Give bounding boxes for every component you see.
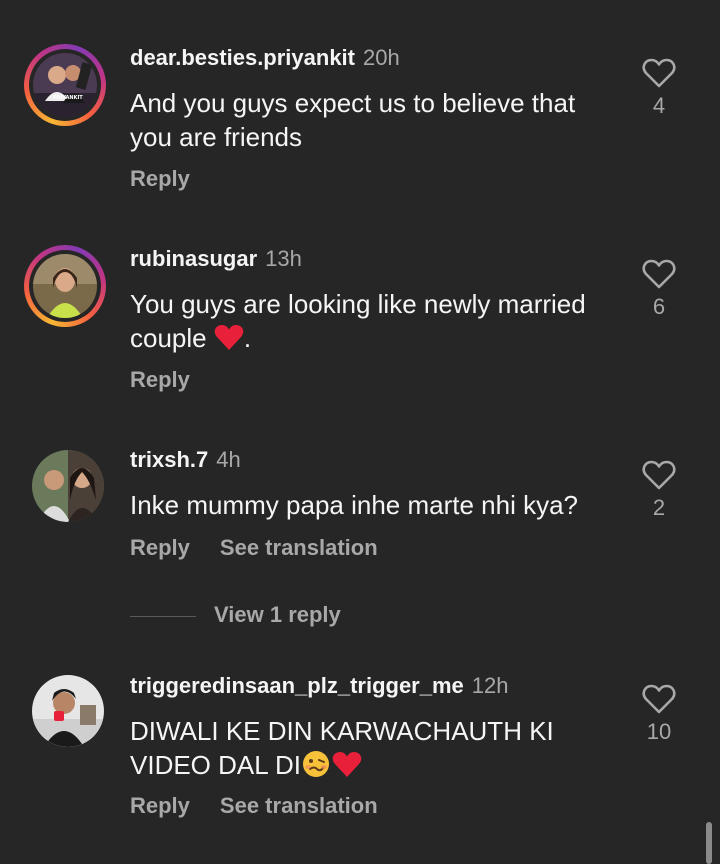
reply-button[interactable]: Reply: [130, 166, 190, 191]
comment-body: Inke mummy papa inhe marte nhi kya?: [130, 490, 578, 520]
red-heart-emoji: [332, 752, 362, 777]
comment-text: Inke mummy papa inhe marte nhi kya?: [130, 488, 620, 522]
timestamp: 12h: [471, 673, 509, 698]
reply-button[interactable]: Reply: [130, 367, 190, 392]
heart-outline-icon[interactable]: [642, 58, 676, 88]
username[interactable]: dear.besties.priyankit: [130, 45, 355, 70]
comment-body: You guys are looking like newly married …: [130, 289, 586, 353]
username[interactable]: triggeredinsaan_plz_trigger_me: [130, 673, 464, 698]
comment-suffix: .: [243, 323, 252, 353]
avatar[interactable]: [32, 450, 104, 522]
avatar-logo-text: PRIYANKIT: [53, 95, 83, 101]
heart-outline-icon[interactable]: [642, 460, 676, 490]
replies-divider: [130, 615, 196, 617]
timestamp: 4h: [216, 447, 241, 472]
woozy-face-emoji: [302, 751, 329, 777]
comment-body: And you guys expect us to believe that y…: [130, 88, 576, 152]
timestamp: 13h: [265, 246, 302, 271]
comment-text: And you guys expect us to believe that y…: [130, 86, 620, 154]
comment-meta: triggeredinsaan_plz_trigger_me 12h: [130, 672, 509, 700]
like-control: 10: [636, 684, 682, 746]
comment-actions: Reply: [130, 366, 190, 394]
comment-text: DIWALI KE DIN KARWACHAUTH KI VIDEO DAL D…: [130, 714, 590, 782]
like-control: 6: [636, 259, 682, 321]
like-control: 4: [636, 58, 682, 120]
avatar-image: [33, 254, 97, 318]
comment-actions: Reply See translation: [130, 534, 378, 562]
scrollbar[interactable]: [706, 822, 712, 864]
avatar-image: [32, 675, 104, 747]
avatar[interactable]: PRIYANKIT: [24, 44, 106, 126]
reply-button[interactable]: Reply: [130, 793, 190, 818]
like-count: 6: [652, 294, 666, 319]
comment-actions: Reply See translation: [130, 792, 378, 820]
avatar-image: [32, 450, 104, 522]
comment-text: You guys are looking like newly married …: [130, 287, 620, 355]
view-replies-label: View 1 reply: [214, 602, 341, 627]
like-count: 4: [652, 93, 666, 118]
timestamp: 20h: [363, 45, 400, 70]
red-heart-emoji: [214, 325, 244, 350]
heart-outline-icon[interactable]: [642, 259, 676, 289]
see-translation-button[interactable]: See translation: [220, 535, 378, 560]
avatar[interactable]: [24, 245, 106, 327]
avatar-image: PRIYANKIT: [33, 53, 97, 117]
view-replies-button[interactable]: View 1 reply: [130, 600, 341, 630]
comment-actions: Reply: [130, 165, 190, 193]
reply-button[interactable]: Reply: [130, 535, 190, 560]
comment-meta: dear.besties.priyankit 20h: [130, 44, 400, 72]
heart-outline-icon[interactable]: [642, 684, 676, 714]
see-translation-button[interactable]: See translation: [220, 793, 378, 818]
username[interactable]: trixsh.7: [130, 447, 208, 472]
comment-meta: rubinasugar 13h: [130, 245, 302, 273]
like-count: 2: [652, 495, 666, 520]
username[interactable]: rubinasugar: [130, 246, 257, 271]
comment-meta: trixsh.7 4h: [130, 446, 241, 474]
like-count: 10: [646, 719, 672, 744]
like-control: 2: [636, 460, 682, 522]
avatar[interactable]: [32, 675, 104, 747]
